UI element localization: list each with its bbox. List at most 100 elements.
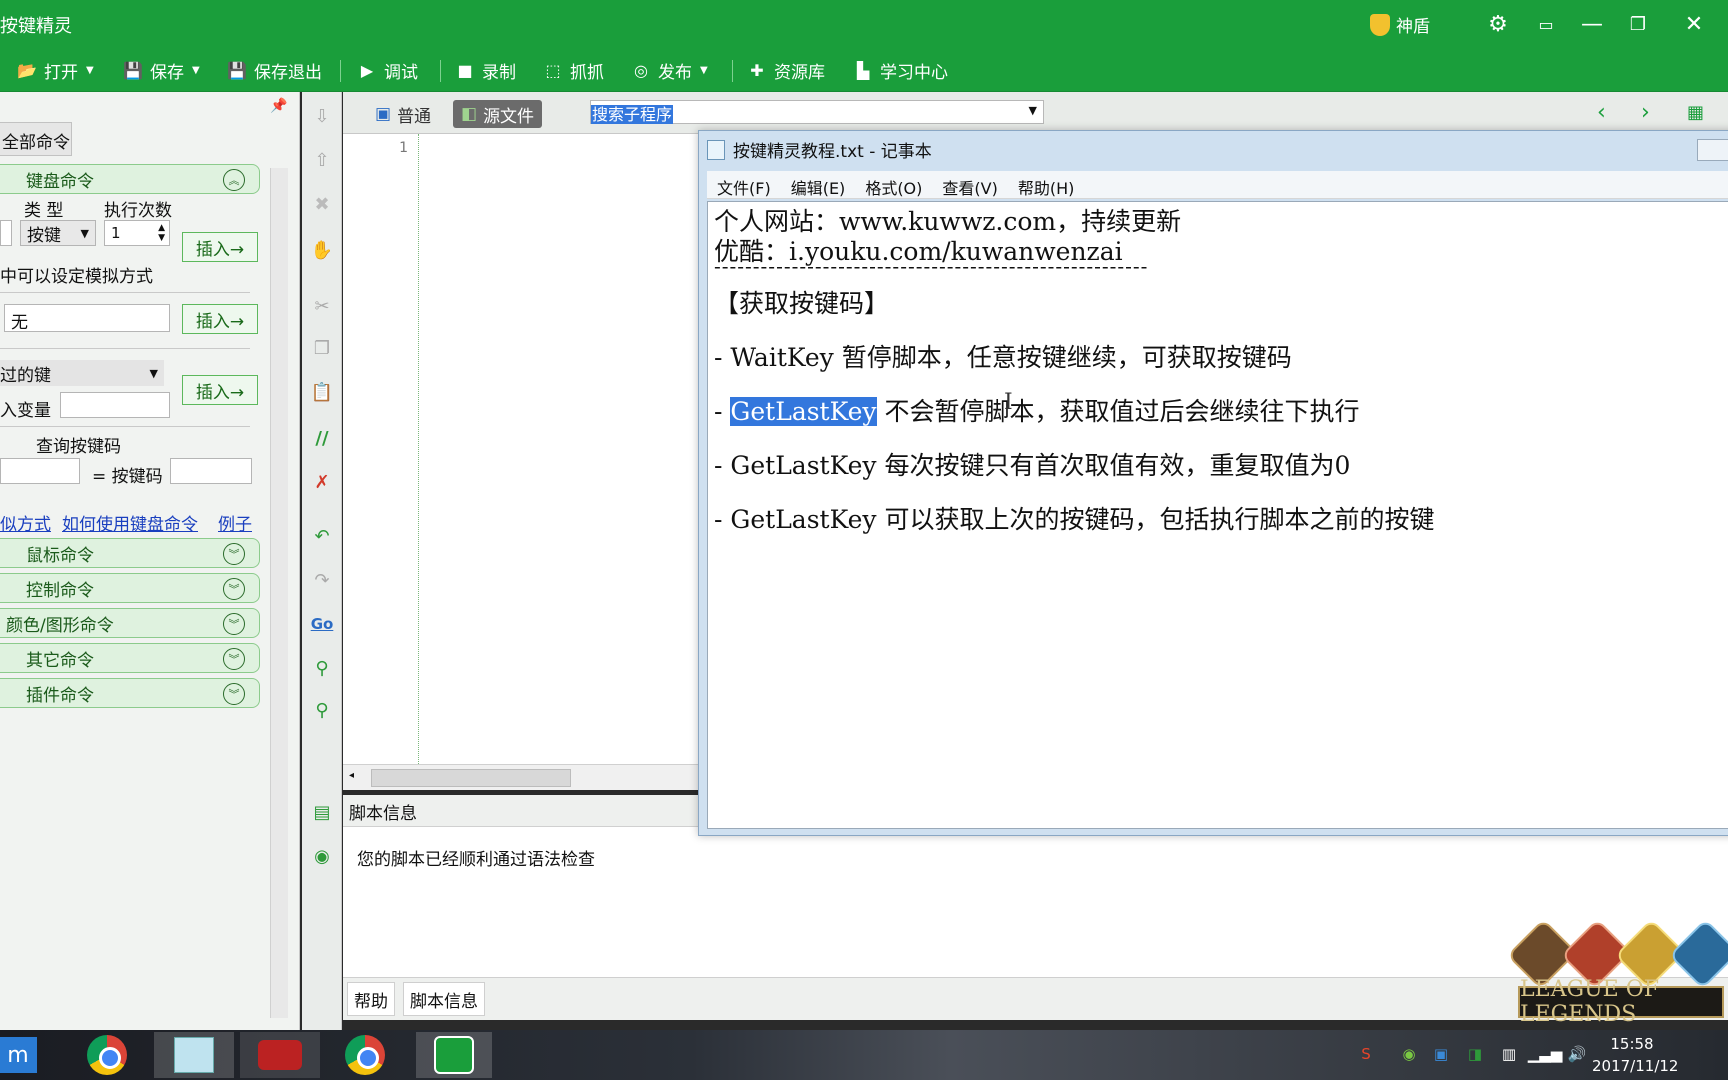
tab-help[interactable]: 帮助 [347, 982, 395, 1016]
tab-normal[interactable]: ▣ 普通 [367, 100, 439, 128]
comment-icon[interactable]: // [310, 426, 334, 450]
resources-button[interactable]: ✚ 资源库 [746, 56, 825, 84]
tray-s-icon[interactable]: S [1355, 1044, 1377, 1064]
redo-icon[interactable]: ↷ [310, 568, 334, 592]
text-line-4: - GetLastKey 可以获取上次的按键码，包括执行脚本之前的按键 [714, 505, 1435, 534]
close-button[interactable]: ✕ [1674, 8, 1714, 40]
preview-eye-icon[interactable]: ◉ [310, 844, 334, 868]
publish-button[interactable]: ◎ 发布 ▼ [630, 56, 708, 84]
text-line-2: - GetLastKey 不会暂停脚本，获取值过后会继续往下执行 [714, 392, 1359, 428]
menu-view[interactable]: 查看(V) [942, 175, 997, 198]
scroll-left-icon[interactable]: ◂ [349, 770, 354, 781]
signal-icon[interactable]: ▁▃▅ [1528, 1044, 1563, 1064]
shield-label: 神盾 [1396, 17, 1430, 37]
layout-grid-icon[interactable]: ▦ [1687, 102, 1704, 123]
left-clipped-field[interactable] [0, 220, 12, 246]
editor-horizontal-scrollbar[interactable]: ◂ [343, 764, 698, 790]
notepad-app-icon [174, 1037, 214, 1073]
taskbar-anjian[interactable] [416, 1032, 492, 1078]
menu-edit[interactable]: 编辑(E) [791, 175, 846, 198]
search-subroutine-select[interactable]: 搜索子程序 ▼ [590, 100, 1044, 124]
grab-button[interactable]: ⬚ 抓抓 [542, 56, 604, 84]
category-plugin[interactable]: 插件命令 ︾ [0, 678, 260, 708]
save-exit-label: 保存退出 [254, 62, 322, 83]
settings-gear-icon[interactable]: ⚙ [1478, 8, 1518, 40]
lol-logo: LEAGUE OF LEGENDS [1518, 977, 1724, 1027]
var-input[interactable] [60, 392, 170, 418]
hand-icon[interactable]: ✋ [310, 238, 334, 262]
category-control[interactable]: 控制命令 ︾ [0, 573, 260, 603]
start-button[interactable]: m [0, 1032, 46, 1078]
minimize-button[interactable]: — [1572, 8, 1612, 40]
nav-back-icon[interactable]: ‹ [1597, 100, 1606, 125]
tray-network-card-icon[interactable]: ▣ [1430, 1044, 1452, 1064]
taskbar-chrome-1[interactable] [72, 1032, 142, 1078]
insert-button-2[interactable]: 插入→ [182, 304, 258, 334]
menu-icon[interactable]: ▭ [1526, 8, 1566, 40]
key-select[interactable]: 过的键 ▼ [0, 360, 164, 386]
insert-button-1[interactable]: 插入→ [182, 232, 258, 262]
category-keyboard[interactable]: 键盘命令 ︽ [0, 164, 260, 194]
resources-label: 资源库 [774, 62, 825, 83]
restore-button[interactable]: ❐ [1618, 8, 1658, 40]
taskbar-notepad[interactable] [154, 1032, 234, 1078]
camera-icon: ■ [457, 60, 473, 80]
learning-button[interactable]: ▙ 学习中心 [852, 56, 948, 84]
link-examples[interactable]: 例子 [218, 510, 252, 535]
nav-forward-icon[interactable]: › [1641, 100, 1650, 125]
category-mouse[interactable]: 鼠标命令 ︾ [0, 538, 260, 568]
menu-file[interactable]: 文件(F) [717, 175, 771, 198]
uncomment-icon[interactable]: ✗ [310, 470, 334, 494]
text-line-divider: ----------------------------------------… [714, 254, 1149, 278]
delete-icon[interactable]: ✖ [310, 192, 334, 216]
type-select[interactable]: 按键 ▼ [20, 220, 96, 246]
tray-anjian-icon[interactable]: ◨ [1464, 1044, 1486, 1064]
record-button[interactable]: ■ 录制 [454, 56, 516, 84]
exec-count-stepper[interactable]: 1 ▲ ▼ [104, 220, 170, 246]
notepad-window[interactable]: 按键精灵教程.txt - 记事本 文件(F) 编辑(E) 格式(O) 查看(V)… [698, 130, 1728, 836]
link-sim-mode[interactable]: 似方式 [0, 510, 51, 535]
category-other[interactable]: 其它命令 ︾ [0, 643, 260, 673]
tray-device-icon[interactable]: ▥ [1498, 1044, 1520, 1064]
category-color-graphics[interactable]: 颜色/图形命令 ︾ [0, 608, 260, 638]
disk-exit-icon: 💾 [227, 60, 247, 80]
notepad-text-area[interactable]: 个人网站：www.kuwwz.com，持续更新 优酷：i.youku.com/k… [707, 201, 1728, 829]
link-how-to-use[interactable]: 如何使用键盘命令 [62, 510, 198, 535]
taskbar-chrome-2[interactable] [330, 1032, 400, 1078]
tab-all-commands[interactable]: 全部命令 [0, 122, 72, 156]
nvidia-icon[interactable]: ◉ [1398, 1044, 1420, 1064]
replace-icon[interactable]: ⚲ [310, 698, 334, 722]
debug-button[interactable]: ▶ 调试 [356, 56, 418, 84]
pin-icon[interactable]: 📌 [270, 98, 287, 114]
undo-icon[interactable]: ↶ [310, 524, 334, 548]
go-icon[interactable]: Go [310, 612, 334, 636]
paste-icon[interactable]: 📋 [310, 380, 334, 404]
menu-help[interactable]: 帮助(H) [1018, 175, 1075, 198]
keycode-output[interactable] [170, 458, 252, 484]
taskbar-app[interactable] [240, 1032, 320, 1078]
script-info-icon[interactable]: ▤ [310, 800, 334, 824]
query-input[interactable] [0, 458, 80, 484]
tab-script-info[interactable]: 脚本信息 [403, 982, 485, 1016]
save-button[interactable]: 💾 保存 ▼ [122, 56, 200, 84]
tab-source[interactable]: ◧ 源文件 [453, 100, 543, 128]
move-down-icon[interactable]: ⇩ [310, 104, 334, 128]
stepper-arrows-icon[interactable]: ▲ ▼ [158, 223, 165, 243]
move-up-icon[interactable]: ⇧ [310, 148, 334, 172]
copy-icon[interactable]: ❐ [310, 336, 334, 360]
notepad-title-bar[interactable]: 按键精灵教程.txt - 记事本 [707, 137, 932, 162]
open-button[interactable]: 📂 打开 ▼ [16, 56, 94, 84]
scroll-thumb[interactable] [371, 769, 571, 787]
find-icon[interactable]: ⚲ [310, 656, 334, 680]
insert-button-3[interactable]: 插入→ [182, 375, 258, 405]
left-panel-scrollbar[interactable] [270, 168, 288, 1018]
shield-button[interactable]: 神盾 [1370, 12, 1430, 37]
cut-icon[interactable]: ✂ [310, 294, 334, 318]
volume-icon[interactable]: 🔊 [1566, 1044, 1588, 1064]
taskbar-clock[interactable]: 15:58 2017/11/12 [1592, 1030, 1678, 1080]
notepad-minimize-button[interactable] [1697, 139, 1728, 161]
menu-format[interactable]: 格式(O) [865, 175, 922, 198]
key-input[interactable]: 无 [4, 304, 170, 333]
query-keycode-label: 查询按键码 [36, 437, 121, 457]
save-exit-button[interactable]: 💾 保存退出 [226, 56, 322, 84]
